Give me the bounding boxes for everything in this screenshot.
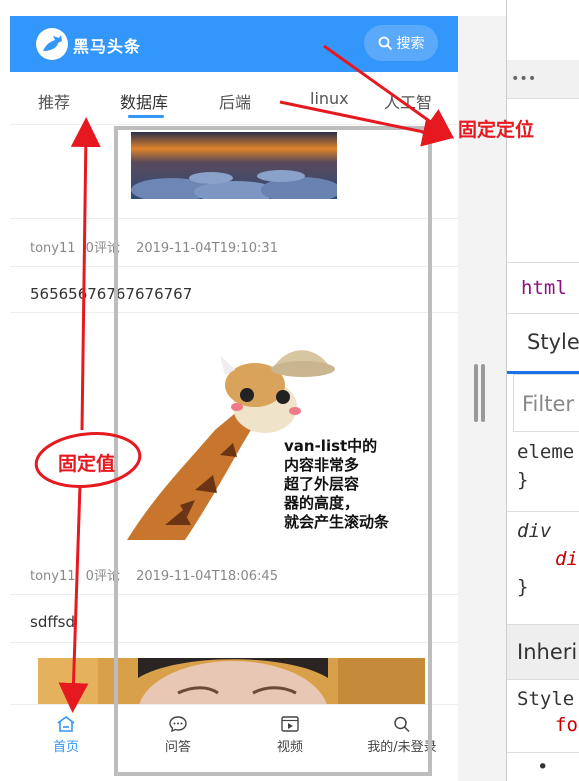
arrow-down [58, 484, 89, 713]
arrow-up [70, 117, 101, 431]
callout-line: van-list中的 [284, 437, 378, 455]
annotation-fixed-value: 固定值 [58, 453, 116, 475]
arrow-tabs [279, 100, 453, 147]
annotation-fixed-position: 固定定位 [458, 119, 535, 141]
callout-line: 内容非常多 [284, 456, 360, 474]
callout-line: 器的高度， [284, 494, 360, 512]
callout-line: 就会产生滚动条 [284, 513, 390, 531]
annotation-callout: van-list中的 内容非常多 超了外层容 器的高度， 就会产生滚动条 [284, 437, 389, 532]
arrow-navbar [323, 44, 455, 139]
callout-line: 超了外层容 [284, 475, 360, 493]
